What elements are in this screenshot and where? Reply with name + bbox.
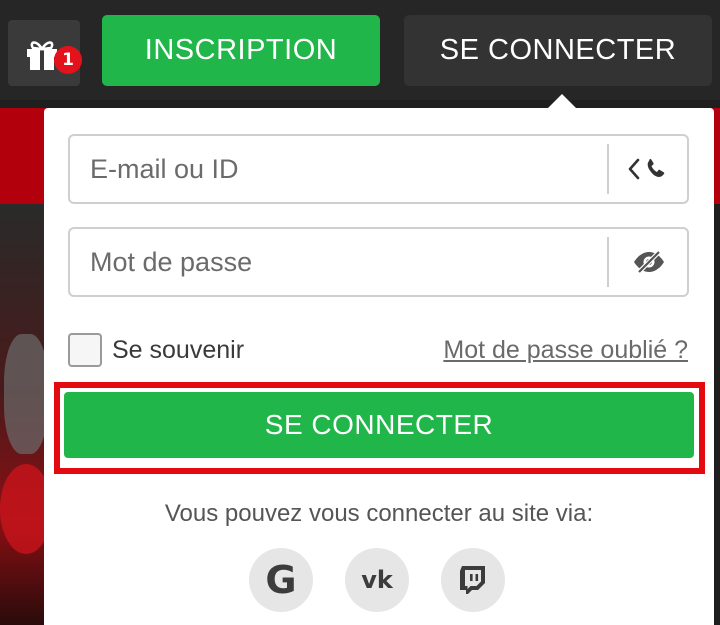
email-input[interactable] — [72, 136, 602, 202]
eye-slash-icon — [634, 250, 664, 274]
remember-me[interactable]: Se souvenir — [68, 332, 244, 368]
login-menu-button[interactable]: SE CONNECTER — [404, 15, 712, 86]
dropdown-pointer — [548, 94, 576, 108]
vk-icon: vk — [361, 566, 393, 594]
google-icon: G — [265, 558, 297, 602]
login-method-switch-button[interactable] — [611, 136, 687, 202]
vk-login-button[interactable]: vk — [345, 548, 409, 612]
chevron-phone-icon — [628, 158, 665, 180]
login-dropdown: Se souvenir Mot de passe oublié ? SE CON… — [44, 108, 714, 625]
field-divider — [607, 144, 609, 194]
social-login-text: Vous pouvez vous connecter au site via: — [164, 500, 594, 527]
twitch-login-button[interactable] — [441, 548, 505, 612]
gift-button[interactable]: 1 — [8, 20, 82, 86]
email-field — [68, 134, 689, 204]
password-visibility-toggle[interactable] — [611, 229, 687, 295]
password-field — [68, 227, 689, 297]
google-login-button[interactable]: G — [249, 548, 313, 612]
register-button[interactable]: INSCRIPTION — [102, 15, 380, 86]
forgot-password-link[interactable]: Mot de passe oublié ? — [443, 332, 688, 368]
remember-me-checkbox[interactable] — [68, 333, 102, 367]
field-divider — [607, 237, 609, 287]
submit-login-button[interactable]: SE CONNECTER — [64, 392, 694, 458]
notification-badge: 1 — [54, 46, 82, 74]
twitch-icon — [460, 566, 485, 594]
password-input[interactable] — [72, 229, 602, 295]
remember-me-label[interactable]: Se souvenir — [112, 336, 244, 365]
top-bar: 1 INSCRIPTION SE CONNECTER — [0, 0, 720, 100]
